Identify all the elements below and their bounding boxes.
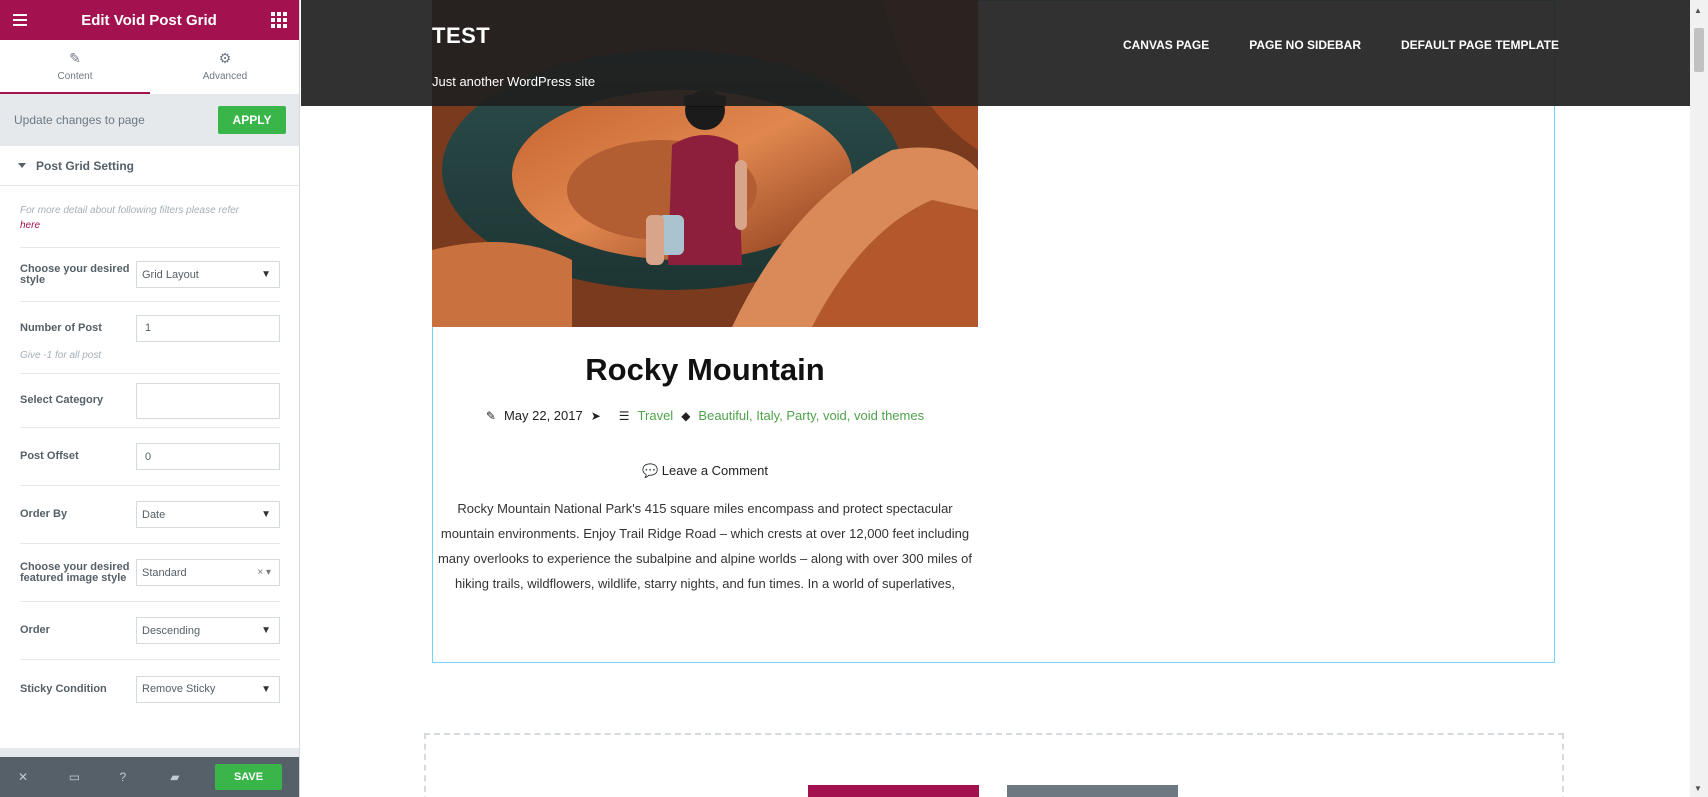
elementor-panel: Edit Void Post Grid ✎ Content ⚙ Advanced… xyxy=(0,0,300,797)
control-image-style: Choose your desired featured image style… xyxy=(20,544,280,602)
add-section-dropzone[interactable] xyxy=(424,733,1564,797)
control-style-label: Choose your desired style xyxy=(20,262,130,286)
control-number: Number of Post 1 Give -1 for all post xyxy=(20,302,280,374)
panel-footer: ✕ ▭ ? ▰ SAVE xyxy=(0,757,299,797)
update-text: Update changes to page xyxy=(14,113,145,127)
help-icon[interactable]: ? xyxy=(120,770,171,784)
number-hint: Give -1 for all post xyxy=(20,349,102,361)
site-title[interactable]: TEST xyxy=(432,23,490,49)
image-style-value: Standard xyxy=(142,566,187,579)
category-select[interactable] xyxy=(136,382,280,419)
control-order-by-label: Order By xyxy=(20,508,68,520)
gear-icon: ⚙ xyxy=(218,49,232,66)
nav-item-canvas-page[interactable]: CANVAS PAGE xyxy=(1123,38,1209,52)
add-template-button[interactable] xyxy=(1007,785,1178,797)
update-bar: Update changes to page APPLY xyxy=(0,94,299,146)
order-by-select[interactable]: Date ▼ xyxy=(136,501,280,528)
nav-item-page-no-sidebar[interactable]: PAGE NO SIDEBAR xyxy=(1249,38,1361,52)
control-offset: Post Offset 0 xyxy=(20,428,280,486)
order-by-value: Date xyxy=(142,508,166,521)
scroll-thumb[interactable] xyxy=(1694,28,1704,72)
tab-advanced-label: Advanced xyxy=(202,70,248,82)
note-link[interactable]: here xyxy=(20,220,40,231)
post-offset-input[interactable]: 0 xyxy=(136,443,280,470)
sticky-select[interactable]: Remove Sticky ▼ xyxy=(136,675,280,703)
post-category[interactable]: Travel xyxy=(638,408,674,423)
apply-button[interactable]: APPLY xyxy=(218,106,286,134)
tab-content-label: Content xyxy=(57,70,93,82)
control-category-label: Select Category xyxy=(20,394,104,406)
post-tags[interactable]: Beautiful, Italy, Party, void, void them… xyxy=(698,408,924,423)
main-nav: CANVAS PAGE PAGE NO SIDEBAR DEFAULT PAGE… xyxy=(1123,38,1559,52)
panel-title: Edit Void Post Grid xyxy=(81,11,217,29)
control-order-label: Order xyxy=(20,624,50,636)
close-icon[interactable]: ✕ xyxy=(18,770,69,784)
tab-advanced[interactable]: ⚙ Advanced xyxy=(150,40,299,94)
control-sticky-label: Sticky Condition xyxy=(20,682,107,695)
list-icon: ☰ xyxy=(618,408,630,423)
section-post-grid-setting[interactable]: Post Grid Setting xyxy=(0,146,299,186)
author-icon: ➤ xyxy=(590,408,601,423)
folder-icon[interactable]: ▰ xyxy=(170,770,221,784)
nav-item-default-page-template[interactable]: DEFAULT PAGE TEMPLATE xyxy=(1401,38,1559,52)
control-sticky: Sticky Condition Remove Sticky ▼ xyxy=(20,660,280,718)
comment-icon: 💬 xyxy=(641,463,659,478)
number-of-post-input[interactable]: 1 xyxy=(136,314,280,342)
tab-content[interactable]: ✎ Content xyxy=(0,40,150,94)
dropdown-arrow-icon: ▼ xyxy=(261,683,271,695)
controls-list: For more detail about following filters … xyxy=(0,186,299,748)
add-new-section-button[interactable] xyxy=(808,785,979,797)
post-meta: ✎ May 22, 2017 ➤ ☰ Travel ◆ Beautiful, I… xyxy=(432,408,978,423)
page-preview: TEST Just another WordPress site CANVAS … xyxy=(301,0,1690,797)
comment-link[interactable]: 💬 Leave a Comment xyxy=(432,463,978,479)
dropdown-arrow-icon: ▼ xyxy=(261,269,271,280)
filter-note: For more detail about following filters … xyxy=(20,186,280,248)
style-select-value: Grid Layout xyxy=(142,268,199,281)
edit-icon: ✎ xyxy=(485,408,496,423)
control-order: Order Descending ▼ xyxy=(20,602,280,660)
control-category: Select Category xyxy=(20,374,280,428)
dropdown-arrow-icon: ▼ xyxy=(261,625,271,636)
caret-down-icon xyxy=(18,163,26,168)
page-scrollbar[interactable]: ▲ ▼ xyxy=(1690,0,1708,797)
pencil-icon: ✎ xyxy=(69,49,81,66)
save-button[interactable]: SAVE xyxy=(215,764,283,790)
panel-header: Edit Void Post Grid xyxy=(0,0,299,40)
scroll-down-icon[interactable]: ▼ xyxy=(1694,784,1702,793)
image-style-select[interactable]: Standard × ▾ xyxy=(136,559,280,586)
post-date: May 22, 2017 xyxy=(503,408,583,423)
panel-tabs: ✎ Content ⚙ Advanced xyxy=(0,40,299,94)
section-title: Post Grid Setting xyxy=(36,158,135,173)
responsive-desktop-icon[interactable]: ▭ xyxy=(69,770,120,784)
control-style: Choose your desired style Grid Layout ▼ xyxy=(20,248,280,302)
site-header: TEST Just another WordPress site CANVAS … xyxy=(301,0,1690,106)
dropdown-arrow-icon: ▼ xyxy=(261,509,271,520)
widgets-grid-icon[interactable] xyxy=(271,12,287,28)
order-select[interactable]: Descending ▼ xyxy=(136,617,280,644)
menu-icon[interactable] xyxy=(13,14,27,26)
clear-and-arrow-icon: × ▾ xyxy=(257,567,271,578)
post-title[interactable]: Rocky Mountain xyxy=(432,352,978,388)
control-number-label: Number of Post xyxy=(20,321,102,334)
site-tagline: Just another WordPress site xyxy=(432,74,596,89)
scroll-up-icon[interactable]: ▲ xyxy=(1694,6,1702,15)
control-offset-label: Post Offset xyxy=(20,450,79,462)
post-excerpt: Rocky Mountain National Park's 415 squar… xyxy=(437,501,973,591)
sticky-value: Remove Sticky xyxy=(142,683,216,695)
style-select[interactable]: Grid Layout ▼ xyxy=(136,261,280,288)
note-text: For more detail about following filters … xyxy=(20,205,239,216)
control-order-by: Order By Date ▼ xyxy=(20,486,280,544)
tags-icon: ◆ xyxy=(681,408,691,423)
order-value: Descending xyxy=(142,624,201,637)
comment-label: Leave a Comment xyxy=(661,463,769,478)
control-image-style-label: Choose your desired featured image style xyxy=(20,560,130,584)
